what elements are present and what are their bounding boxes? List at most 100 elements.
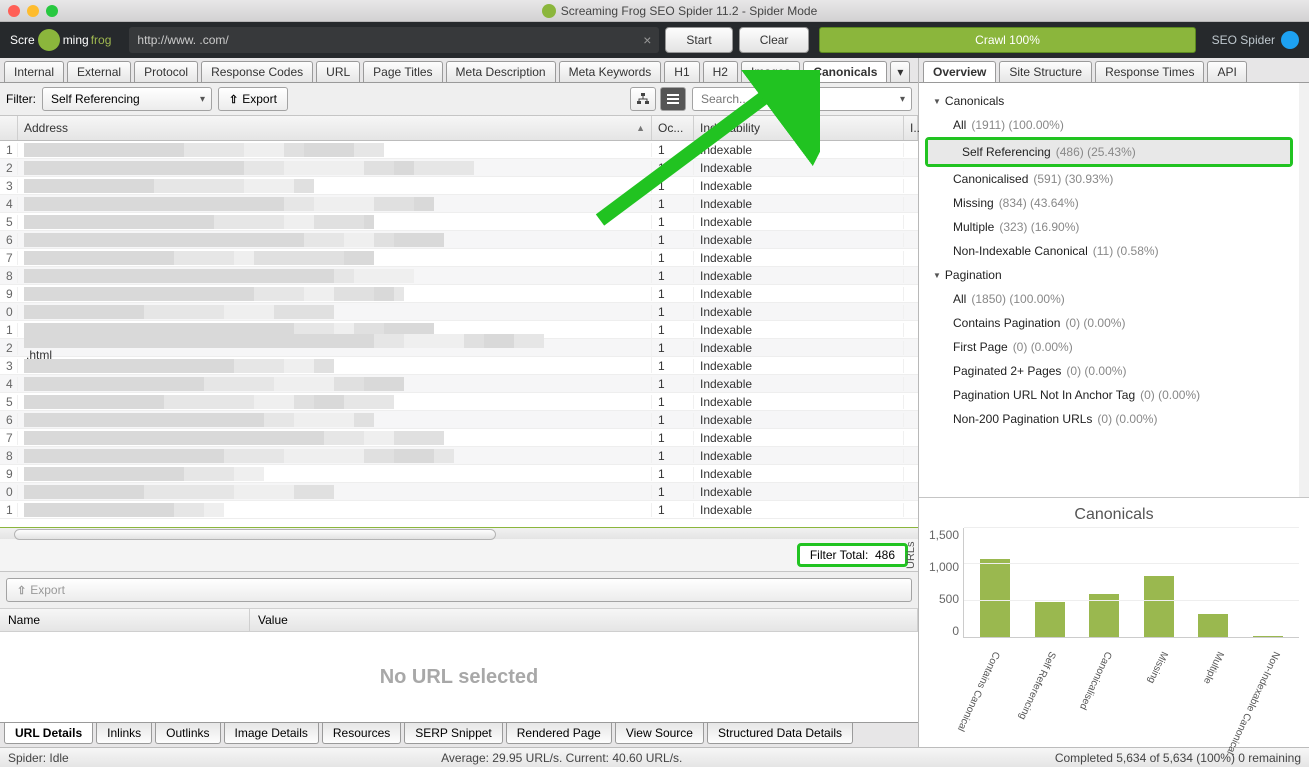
window-controls[interactable] — [8, 5, 58, 17]
detail-tab-view-source[interactable]: View Source — [615, 723, 704, 744]
upload-icon — [229, 92, 238, 106]
table-row[interactable]: 91Indexable — [0, 285, 918, 303]
tabs-overflow[interactable]: ▾ — [890, 61, 910, 82]
tree-item-multiple[interactable]: Multiple(323) (16.90%) — [919, 215, 1299, 239]
detail-tab-rendered-page[interactable]: Rendered Page — [506, 723, 612, 744]
tree-item-self-referencing[interactable]: Self Referencing(486) (25.43%) — [928, 140, 1290, 164]
chart-bar[interactable] — [980, 559, 1010, 637]
tree-item-non-200-pagination-urls[interactable]: Non-200 Pagination URLs(0) (0.00%) — [919, 407, 1299, 431]
chart-title: Canonicals — [929, 506, 1299, 524]
right-tabs: OverviewSite StructureResponse TimesAPI — [919, 58, 1309, 83]
tab-meta-keywords[interactable]: Meta Keywords — [559, 61, 662, 82]
export-button[interactable]: Export — [218, 87, 288, 111]
brand-right: SEO Spider — [1212, 31, 1299, 49]
frog-icon — [38, 29, 60, 51]
tab-url[interactable]: URL — [316, 61, 360, 82]
table-row[interactable]: 91Indexable — [0, 465, 918, 483]
filter-select[interactable]: Self Referencing — [42, 87, 212, 111]
clear-url-icon[interactable]: × — [643, 32, 651, 48]
tab-meta-description[interactable]: Meta Description — [446, 61, 556, 82]
start-button[interactable]: Start — [665, 27, 732, 53]
chart-bar[interactable] — [1144, 576, 1174, 637]
window-title: Screaming Frog SEO Spider 11.2 - Spider … — [58, 4, 1301, 18]
table-row[interactable]: 61Indexable — [0, 411, 918, 429]
chart-bars — [963, 528, 1299, 638]
tree-item-all[interactable]: All(1850) (100.00%) — [919, 287, 1299, 311]
table-row[interactable]: 2.html1Indexable — [0, 339, 918, 357]
right-tab-overview[interactable]: Overview — [923, 61, 996, 82]
search-input[interactable]: Search... — [692, 87, 912, 111]
clear-button[interactable]: Clear — [739, 27, 810, 53]
tree-item-paginated-2+-pages[interactable]: Paginated 2+ Pages(0) (0.00%) — [919, 359, 1299, 383]
tree-item-non-indexable-canonical[interactable]: Non-Indexable Canonical(11) (0.58%) — [919, 239, 1299, 263]
minimize-icon[interactable] — [27, 5, 39, 17]
tree-item-missing[interactable]: Missing(834) (43.64%) — [919, 191, 1299, 215]
tab-response-codes[interactable]: Response Codes — [201, 61, 313, 82]
col-address[interactable]: Address▲ — [18, 116, 652, 140]
tab-canonicals[interactable]: Canonicals — [803, 61, 887, 82]
app-icon — [542, 4, 556, 18]
tree-item-pagination-url-not-in-anchor-tag[interactable]: Pagination URL Not In Anchor Tag(0) (0.0… — [919, 383, 1299, 407]
table-row[interactable]: 01Indexable — [0, 303, 918, 321]
detail-tab-url-details[interactable]: URL Details — [4, 723, 93, 744]
tab-internal[interactable]: Internal — [4, 61, 64, 82]
right-tab-api[interactable]: API — [1207, 61, 1246, 82]
col-last[interactable]: I... — [904, 116, 918, 140]
tab-images[interactable]: Images — [741, 61, 800, 82]
twitter-icon[interactable] — [1281, 31, 1299, 49]
table-row[interactable]: 41Indexable — [0, 375, 918, 393]
grid-body[interactable]: 11Indexable21Indexable31Indexable41Index… — [0, 141, 918, 527]
detail-tab-outlinks[interactable]: Outlinks — [155, 723, 220, 744]
grid-header[interactable]: Address▲ Oc... Indexability I... — [0, 116, 918, 141]
chart-x-labels: Contains CanonicalSelf ReferencingCanoni… — [963, 638, 1299, 748]
list-view-toggle[interactable] — [660, 87, 686, 111]
maximize-icon[interactable] — [46, 5, 58, 17]
tab-page-titles[interactable]: Page Titles — [363, 61, 442, 82]
url-input[interactable]: http://www. .com/ × — [129, 27, 659, 53]
tree-section-pagination[interactable]: Pagination — [919, 263, 1299, 287]
right-tab-response-times[interactable]: Response Times — [1095, 61, 1204, 82]
close-icon[interactable] — [8, 5, 20, 17]
detail-tab-inlinks[interactable]: Inlinks — [96, 723, 152, 744]
tree-item-all[interactable]: All(1911) (100.00%) — [919, 113, 1299, 137]
chart-bar[interactable] — [1253, 636, 1283, 637]
table-row[interactable]: 01Indexable — [0, 483, 918, 501]
tab-h2[interactable]: H2 — [703, 61, 738, 82]
tab-external[interactable]: External — [67, 61, 131, 82]
table-row[interactable]: 51Indexable — [0, 213, 918, 231]
detail-columns: Name Value — [0, 608, 918, 632]
tree-item-canonicalised[interactable]: Canonicalised(591) (30.93%) — [919, 167, 1299, 191]
horizontal-scrollbar[interactable] — [0, 527, 918, 539]
chart-bar[interactable] — [1198, 614, 1228, 637]
chart-bar[interactable] — [1035, 602, 1065, 637]
detail-tab-image-details[interactable]: Image Details — [224, 723, 319, 744]
tree-item-contains-pagination[interactable]: Contains Pagination(0) (0.00%) — [919, 311, 1299, 335]
detail-export-button[interactable]: Export — [6, 578, 912, 602]
table-row[interactable]: 31Indexable — [0, 357, 918, 375]
tree-view-toggle[interactable] — [630, 87, 656, 111]
table-row[interactable]: 81Indexable — [0, 447, 918, 465]
table-row[interactable]: 71Indexable — [0, 429, 918, 447]
tab-h1[interactable]: H1 — [664, 61, 699, 82]
table-row[interactable]: 41Indexable — [0, 195, 918, 213]
tree-section-canonicals[interactable]: Canonicals — [919, 89, 1299, 113]
col-occurrences[interactable]: Oc... — [652, 116, 694, 140]
table-row[interactable]: 31Indexable — [0, 177, 918, 195]
right-tab-site-structure[interactable]: Site Structure — [999, 61, 1092, 82]
detail-tab-resources[interactable]: Resources — [322, 723, 401, 744]
table-row[interactable]: 51Indexable — [0, 393, 918, 411]
table-row[interactable]: 71Indexable — [0, 249, 918, 267]
table-row[interactable]: 81Indexable — [0, 267, 918, 285]
tab-protocol[interactable]: Protocol — [134, 61, 198, 82]
tree-item-first-page[interactable]: First Page(0) (0.00%) — [919, 335, 1299, 359]
col-indexability[interactable]: Indexability — [694, 116, 904, 140]
chart-y-axis: URLs 1,5001,0005000 — [929, 528, 963, 638]
right-scrollbar[interactable] — [1299, 83, 1309, 497]
results-grid: Address▲ Oc... Indexability I... 11Index… — [0, 116, 918, 571]
table-row[interactable]: 11Indexable — [0, 501, 918, 519]
detail-tab-serp-snippet[interactable]: SERP Snippet — [404, 723, 503, 744]
table-row[interactable]: 21Indexable — [0, 159, 918, 177]
table-row[interactable]: 11Indexable — [0, 141, 918, 159]
detail-tab-structured-data-details[interactable]: Structured Data Details — [707, 723, 853, 744]
table-row[interactable]: 61Indexable — [0, 231, 918, 249]
